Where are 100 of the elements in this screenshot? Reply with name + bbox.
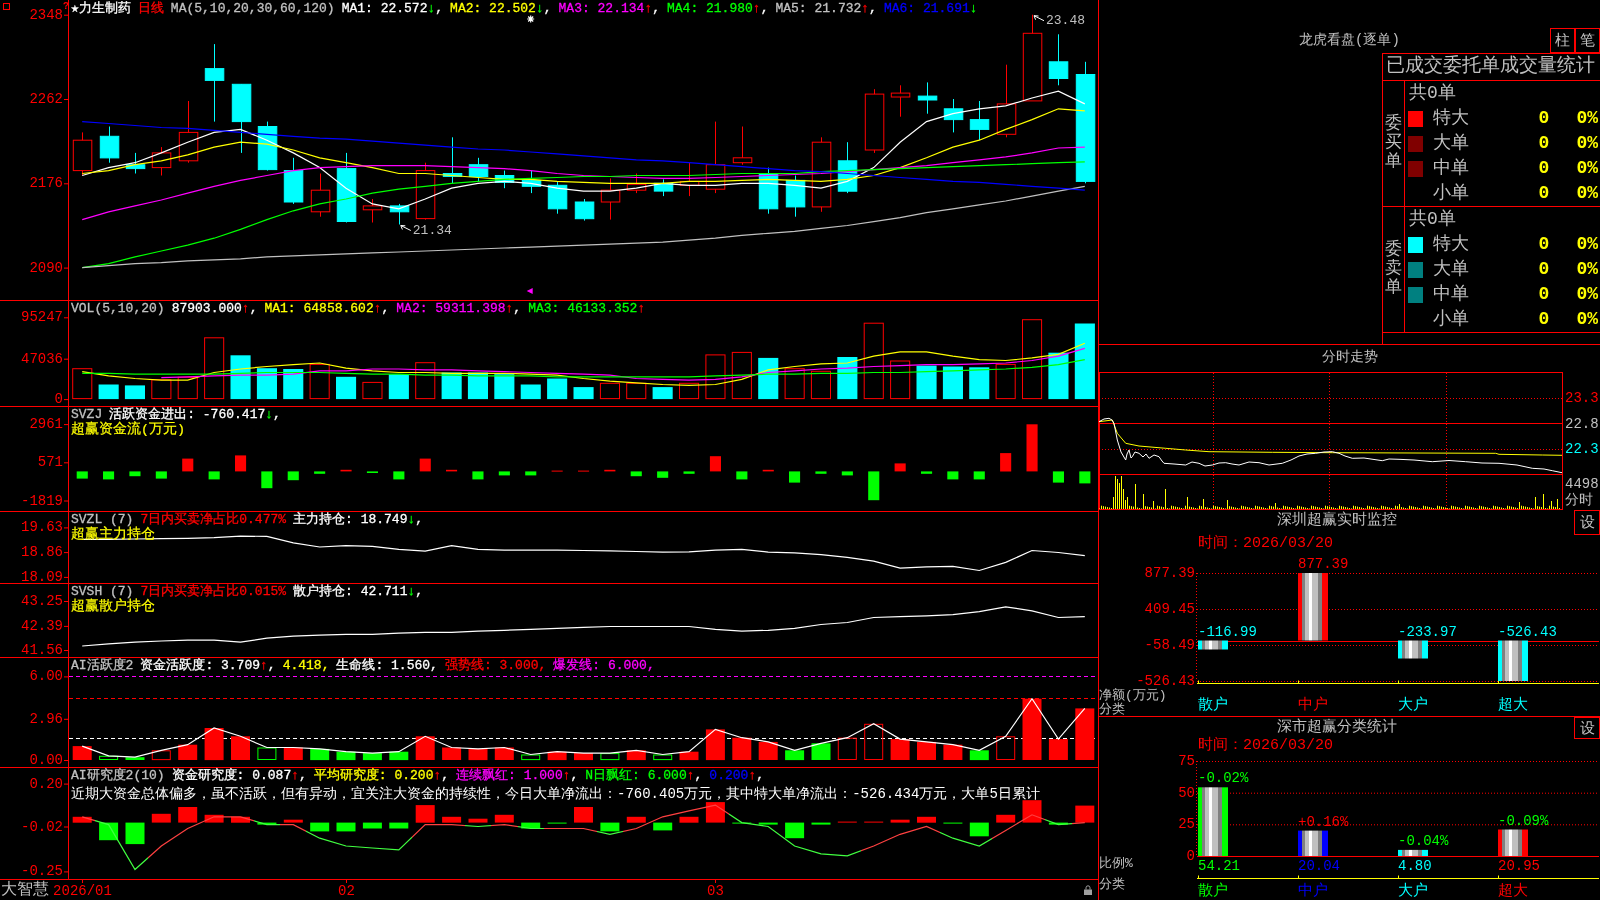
order-percent: 0% <box>1576 132 1599 155</box>
legend-text: 4.418, <box>282 658 330 673</box>
axis-label: 43.25 <box>21 593 63 609</box>
order-count: 0 <box>1537 258 1551 281</box>
order-count: 0 <box>1537 132 1551 155</box>
legend-text: MA2: 59311.398↑, <box>396 301 522 316</box>
legend-text: 0.200↑, <box>709 768 764 783</box>
order-percent: 0% <box>1576 157 1599 180</box>
order-size-label: 大单 <box>1433 133 1469 153</box>
panel-title: 龙虎看盘(逐单) <box>1299 32 1400 50</box>
legend-text: AI研究度2(10) <box>71 768 165 783</box>
date-axis-label: 02 <box>338 883 355 899</box>
order-size-label: 小单 <box>1433 309 1469 329</box>
candlestick <box>125 152 146 174</box>
value-label: 54.21 <box>1198 858 1240 874</box>
candlestick <box>785 175 806 218</box>
category-label: 超大 <box>1498 696 1528 714</box>
candlestick <box>310 173 331 218</box>
view-toggle-button[interactable]: 笔 <box>1575 28 1600 53</box>
axis-label: 2176 <box>29 175 63 192</box>
legend-text: MA3: 22.134↑, <box>558 1 660 16</box>
corner-mark: ? <box>63 0 69 12</box>
axis-label: 2090 <box>29 259 63 276</box>
candlestick <box>283 157 304 205</box>
asterisk-icon <box>526 14 535 24</box>
candlestick <box>72 131 93 176</box>
axis-label: 2.96 <box>29 710 63 727</box>
price-axis-label: 23.3 <box>1565 390 1599 406</box>
square-icon <box>3 3 10 10</box>
legend-text: 主力持仓: 18.749↓, <box>293 512 424 527</box>
axis-label: 2262 <box>29 91 63 107</box>
order-count: 0 <box>1537 157 1551 180</box>
candlestick <box>494 170 515 189</box>
settings-button[interactable]: 设 <box>1574 717 1600 739</box>
change-label: -0.02% <box>1198 770 1249 787</box>
triangle-marker-icon <box>526 288 533 294</box>
axis-label: 47036 <box>21 350 63 367</box>
axis-title: 净额(万元) <box>1099 687 1167 703</box>
price-axis-label: 22.3 <box>1565 441 1599 457</box>
change-label: -0.09% <box>1498 812 1549 829</box>
time-axis-label: 分时 <box>1565 492 1593 508</box>
legend-text: SVZL (7) <box>71 512 134 527</box>
category-label: 散户 <box>1198 882 1228 900</box>
axis-label: -0.25 <box>21 863 63 880</box>
legend-text: MA4: 21.980↑, <box>667 1 769 16</box>
legend-text: MA1: 64858.602↑, <box>264 301 390 316</box>
order-size-label: 中单 <box>1433 284 1469 304</box>
category-label: 中户 <box>1298 882 1328 900</box>
candlestick <box>943 98 964 133</box>
arrow-icon <box>1033 15 1045 22</box>
order-total: 共0单 <box>1409 209 1456 229</box>
value-label: 877.39 <box>1298 556 1349 572</box>
view-toggle-button[interactable]: 柱 <box>1550 28 1575 53</box>
order-size-label: 中单 <box>1433 158 1469 178</box>
lock-icon <box>1084 885 1092 895</box>
legend-text: N日飘红: 6.000↑, <box>585 768 703 783</box>
candlestick <box>626 173 647 194</box>
axis-label: 41.56 <box>21 642 63 657</box>
category-label: 散户 <box>1198 696 1228 714</box>
order-count: 0 <box>1537 308 1551 331</box>
axis-label: 50 <box>1178 784 1195 801</box>
axis-label: 18.09 <box>21 568 63 583</box>
category-label: 中户 <box>1298 696 1328 714</box>
candlestick <box>574 198 595 222</box>
group-label: 委卖单 <box>1385 241 1402 298</box>
candlestick <box>600 177 621 221</box>
axis-label: 75 <box>1178 753 1195 769</box>
settings-button[interactable]: 设 <box>1574 510 1600 535</box>
legend-text: VOL(5,10,20) <box>71 301 165 316</box>
order-size-label: 特大 <box>1433 108 1469 128</box>
axis-label: 25 <box>1178 816 1195 833</box>
table-title: 已成交委托单成交量统计 <box>1386 56 1595 77</box>
change-label: +0.16% <box>1298 813 1349 830</box>
order-size-label: 特大 <box>1433 234 1469 254</box>
candlestick <box>336 152 357 223</box>
order-percent: 0% <box>1576 258 1599 281</box>
order-count: 0 <box>1537 233 1551 256</box>
order-count: 0 <box>1537 283 1551 306</box>
legend-text: 87903.000↑, <box>171 301 258 316</box>
candlestick <box>547 180 568 215</box>
order-percent: 0% <box>1576 182 1599 205</box>
axis-label: -526.43 <box>1136 673 1195 689</box>
order-count: 0 <box>1537 107 1551 130</box>
category-label: 超大 <box>1498 882 1528 900</box>
axis-label: 2961 <box>29 416 63 433</box>
value-label: -526.43 <box>1498 623 1557 640</box>
legend-text: 平均研究度: 0.200↑, <box>313 768 450 783</box>
legend-text: 散户持仓: 42.711↓, <box>293 584 424 599</box>
candlestick <box>653 178 674 197</box>
order-total: 共0单 <box>1409 83 1456 103</box>
value-label: 20.95 <box>1498 858 1540 874</box>
axis-label: 571 <box>37 454 63 471</box>
axis-label: 95247 <box>21 309 63 326</box>
price-annotation: 23.48 <box>1046 13 1085 29</box>
value-label: 20.04 <box>1298 858 1340 874</box>
order-count: 0 <box>1537 182 1551 205</box>
timestamp-text: 时间：2026/03/20 <box>1198 535 1333 552</box>
axis-label: 0 <box>54 391 63 406</box>
legend-text: AI活跃度2 <box>71 658 134 673</box>
order-percent: 0% <box>1576 308 1599 331</box>
